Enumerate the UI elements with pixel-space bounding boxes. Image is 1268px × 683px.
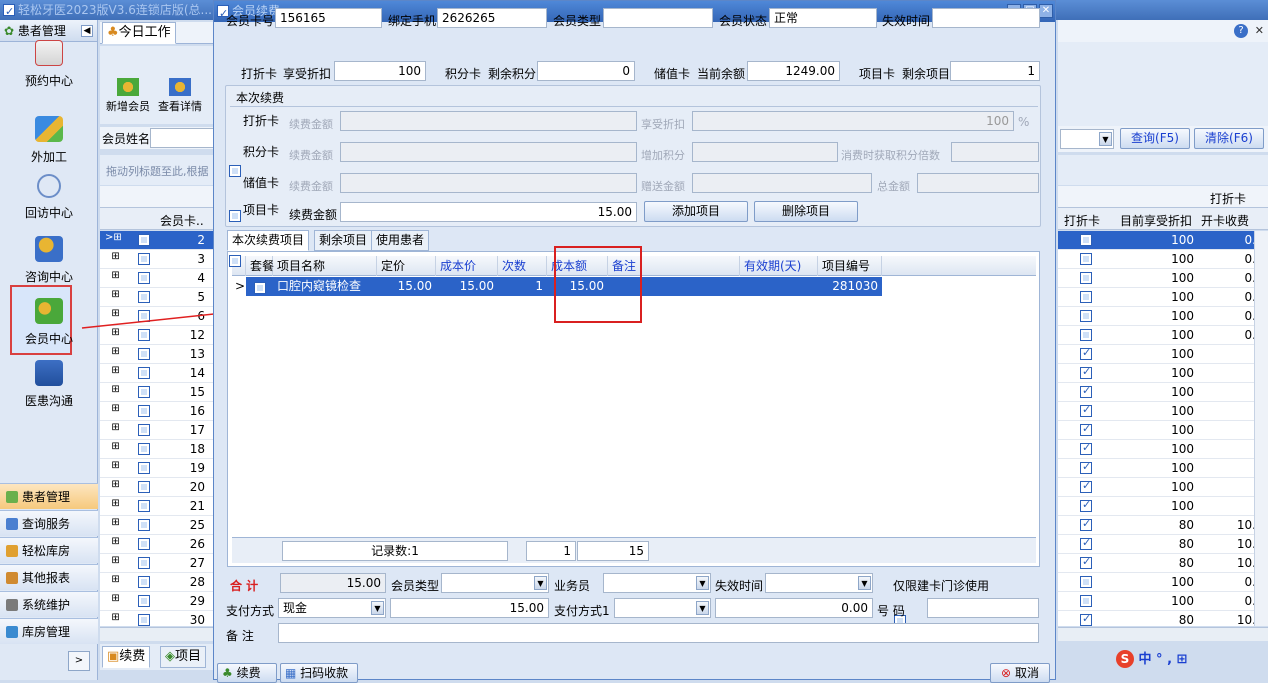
tab-patients[interactable]: 使用患者 xyxy=(371,230,430,251)
cell-item-code: 281030 xyxy=(832,279,878,293)
dropdown-icon: ▼ xyxy=(858,576,871,590)
col-price[interactable]: 定价 xyxy=(377,256,436,276)
renew-amount-field[interactable] xyxy=(340,111,637,131)
footer-times: 1 xyxy=(526,541,576,561)
dropdown-icon: ▼ xyxy=(696,576,709,590)
renew-extra-field[interactable] xyxy=(692,142,838,162)
cell-times: 1 xyxy=(535,279,543,293)
renew-card-checkbox[interactable] xyxy=(229,254,241,267)
cell-valid-days xyxy=(740,277,818,296)
remark-field[interactable] xyxy=(278,623,1039,643)
cell-price: 15.00 xyxy=(397,279,432,293)
cell-item-name: 口腔内窥镜检查 xyxy=(277,279,362,293)
dropdown-icon: ▼ xyxy=(534,576,547,590)
expire-time-field[interactable] xyxy=(932,8,1040,28)
renew-discount-field[interactable]: 100 xyxy=(692,111,1014,131)
renew-section-title: 本次续费 xyxy=(236,91,285,105)
col-item-code[interactable]: 项目编号 xyxy=(818,256,882,276)
close-icon[interactable]: ✕ xyxy=(1039,4,1053,18)
col-valid-days[interactable]: 有效期(天) xyxy=(740,256,818,276)
payment-method-select[interactable]: 现金 ▼ xyxy=(278,598,386,618)
renew-dialog: 会员续费 _ □ ✕ 会员卡号 156165 绑定手机 2626265 会员类型… xyxy=(213,0,1056,683)
add-item-button[interactable]: 添加项目 xyxy=(644,201,748,222)
scan-pay-button[interactable]: ▦ 扫码收款 xyxy=(280,663,358,683)
renew-amount-field[interactable] xyxy=(340,173,637,193)
renew-total-field[interactable] xyxy=(917,173,1039,193)
cost-amount-highlight xyxy=(554,246,642,323)
member-type-select[interactable]: ▼ xyxy=(441,573,549,593)
renew-amount-field[interactable] xyxy=(340,142,637,162)
col-item-name[interactable]: 项目名称 xyxy=(273,256,377,276)
dropdown-icon: ▼ xyxy=(696,601,709,615)
package-checkbox[interactable] xyxy=(254,281,266,294)
remaining-items-field[interactable]: 1 xyxy=(950,61,1040,81)
col-times[interactable]: 次数 xyxy=(498,256,547,276)
renew-card-checkbox[interactable] xyxy=(229,209,241,222)
col-cost[interactable]: 成本价 xyxy=(436,256,498,276)
dropdown-icon: ▼ xyxy=(371,601,384,615)
payment-amount1[interactable]: 0.00 xyxy=(715,598,873,618)
tab-current-items[interactable]: 本次续费项目 xyxy=(227,230,310,251)
tab-remaining-items[interactable]: 剩余项目 xyxy=(314,230,373,251)
phone-field[interactable]: 2626265 xyxy=(437,8,547,28)
grid-footer: 记录数:1 1 15 xyxy=(232,537,1036,563)
renew-total-field[interactable] xyxy=(951,142,1039,162)
salesman-select[interactable]: ▼ xyxy=(603,573,711,593)
renew-icon: ♣ xyxy=(222,666,233,680)
code-field[interactable] xyxy=(927,598,1039,618)
member-type-field[interactable] xyxy=(603,8,713,28)
points-field[interactable]: 0 xyxy=(537,61,635,81)
member-status-field[interactable]: 正常 xyxy=(769,8,877,28)
col-package[interactable]: 套餐 xyxy=(246,256,274,276)
cancel-button[interactable]: ⊗ 取消 xyxy=(990,663,1050,683)
card-no-field[interactable]: 156165 xyxy=(275,8,382,28)
cell-cost: 15.00 xyxy=(459,279,494,293)
total-amount: 15.00 xyxy=(280,573,386,593)
record-count: 记录数:1 xyxy=(282,541,508,561)
renew-button[interactable]: ♣ 续费 xyxy=(217,663,277,683)
renew-extra-field[interactable] xyxy=(692,173,872,193)
section-divider xyxy=(230,106,1038,107)
payment-amount[interactable]: 15.00 xyxy=(390,598,549,618)
balance-field[interactable]: 1249.00 xyxy=(747,61,840,81)
row-pointer-icon: > xyxy=(232,277,246,296)
renew-card-checkbox[interactable] xyxy=(229,164,241,177)
cancel-icon: ⊗ xyxy=(1001,666,1012,680)
discount-field[interactable]: 100 xyxy=(334,61,426,81)
item-renew-amount[interactable]: 15.00 xyxy=(340,202,637,222)
footer-cost-amount: 15 xyxy=(577,541,649,561)
payment-method1-select[interactable]: ▼ xyxy=(614,598,711,618)
delete-item-button[interactable]: 删除项目 xyxy=(754,201,858,222)
expire-select[interactable]: ▼ xyxy=(765,573,873,593)
scan-icon: ▦ xyxy=(285,666,297,680)
